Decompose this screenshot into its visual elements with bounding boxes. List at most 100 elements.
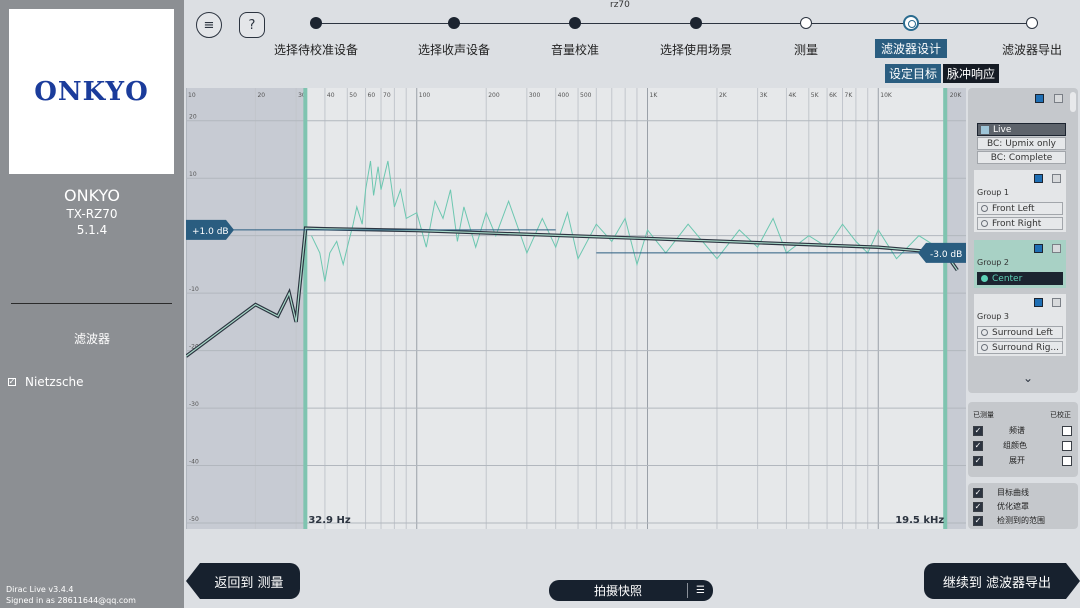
step-label-1[interactable]: 选择待校准设备 bbox=[274, 41, 358, 58]
step-label-6[interactable]: 滤波器设计 bbox=[874, 39, 948, 58]
low-cutoff-handle bbox=[303, 88, 308, 529]
step-dot-3[interactable] bbox=[569, 17, 581, 29]
select-all-icon[interactable] bbox=[1035, 94, 1044, 103]
x-tick-label: 50 bbox=[349, 92, 357, 99]
step-label-4[interactable]: 选择使用场景 bbox=[660, 41, 732, 58]
step-dot-1[interactable] bbox=[310, 17, 322, 29]
high-cutoff-handle bbox=[943, 88, 948, 529]
corrected-checkbox[interactable] bbox=[1062, 441, 1072, 451]
x-tick-label: 500 bbox=[580, 92, 592, 99]
frequency-chart[interactable]: 20100-10-20-30-40-5010203040506070100200… bbox=[186, 88, 966, 529]
menu-button[interactable]: ≡ bbox=[196, 12, 222, 38]
help-button[interactable]: ? bbox=[239, 12, 265, 38]
scenario-item[interactable]: Live bbox=[977, 123, 1066, 136]
snapshot-button[interactable]: 拍摄快照 ☰ bbox=[549, 580, 713, 601]
channel-label: Front Left bbox=[992, 203, 1035, 214]
row-label: 频谱 bbox=[1009, 426, 1025, 435]
step-dot-2[interactable] bbox=[448, 17, 460, 29]
back-label: 返回到 测量 bbox=[214, 575, 284, 591]
group-select-icon[interactable] bbox=[1034, 174, 1043, 183]
corrected-checkbox[interactable] bbox=[1062, 456, 1072, 466]
group-card[interactable]: Group 3 Surround Left Surround Rig... bbox=[974, 294, 1066, 356]
checkbox-icon[interactable]: ✓ bbox=[973, 455, 983, 466]
x-tick-label: 400 bbox=[558, 92, 570, 99]
measured-row[interactable]: ✓ 组颜色 bbox=[973, 440, 1027, 451]
logo-text: ONKYO bbox=[34, 76, 149, 107]
y-tick-label: 10 bbox=[189, 171, 197, 178]
x-tick-label: 3K bbox=[760, 92, 769, 99]
y-tick-label: -40 bbox=[189, 459, 199, 466]
device-brand: ONKYO bbox=[64, 186, 120, 205]
tab-set-target[interactable]: 设定目标 bbox=[885, 64, 942, 83]
x-tick-label: 300 bbox=[529, 92, 541, 99]
checkbox-icon[interactable]: ✓ bbox=[973, 515, 983, 526]
device-model: TX-RZ70 bbox=[66, 207, 118, 221]
list-icon[interactable]: ☰ bbox=[688, 585, 713, 596]
x-tick-label: 1K bbox=[650, 92, 659, 99]
channel-item[interactable]: Front Right bbox=[977, 217, 1063, 230]
group-link-icon[interactable] bbox=[1052, 174, 1061, 183]
checkbox-icon[interactable]: ✓ bbox=[973, 440, 983, 451]
step-dot-5[interactable] bbox=[800, 17, 812, 29]
app-version: Dirac Live v3.4.4 bbox=[6, 585, 74, 594]
filter-label: Nietzsche bbox=[25, 375, 84, 389]
chevron-down-icon[interactable]: ⌄ bbox=[1023, 371, 1033, 385]
excluded-low-region bbox=[186, 88, 306, 529]
excluded-high-region bbox=[945, 88, 966, 529]
channel-item[interactable]: Surround Left bbox=[977, 326, 1063, 339]
checkbox-icon[interactable]: ✓ bbox=[8, 378, 16, 386]
x-tick-label: 7K bbox=[845, 92, 854, 99]
scenario-item[interactable]: BC: Upmix only bbox=[977, 137, 1066, 150]
channel-item[interactable]: Center bbox=[977, 272, 1063, 285]
group-select-icon[interactable] bbox=[1034, 298, 1043, 307]
measured-row[interactable]: ✓ 频谱 bbox=[973, 425, 1025, 436]
sidebar: ONKYO ONKYO TX-RZ70 5.1.4 滤波器 ✓ Nietzsch… bbox=[0, 0, 184, 608]
sidebar-divider bbox=[11, 303, 172, 304]
option-row[interactable]: ✓ 检测到的范围 bbox=[973, 515, 1045, 526]
filter-item[interactable]: ✓ Nietzsche bbox=[8, 375, 84, 389]
x-tick-label: 20K bbox=[950, 92, 963, 99]
device-config: 5.1.4 bbox=[76, 223, 108, 237]
x-tick-label: 5K bbox=[811, 92, 820, 99]
step-label-2[interactable]: 选择收声设备 bbox=[418, 41, 490, 58]
channel-dot-icon bbox=[981, 344, 988, 351]
x-tick-label: 10K bbox=[880, 92, 893, 99]
checkbox-icon[interactable]: ✓ bbox=[973, 487, 983, 498]
next-button[interactable]: 继续到 滤波器导出 bbox=[924, 563, 1080, 599]
group-select-icon[interactable] bbox=[1034, 244, 1043, 253]
row-label: 展开 bbox=[1009, 456, 1025, 465]
option-row[interactable]: ✓ 目标曲线 bbox=[973, 487, 1029, 498]
chart-svg[interactable]: 20100-10-20-30-40-5010203040506070100200… bbox=[186, 88, 966, 529]
channel-item[interactable]: Surround Rig... bbox=[977, 341, 1063, 354]
step-label-5[interactable]: 测量 bbox=[794, 41, 818, 58]
link-icon[interactable] bbox=[1054, 94, 1063, 103]
corrected-checkbox[interactable] bbox=[1062, 426, 1072, 436]
option-label: 检测到的范围 bbox=[997, 516, 1045, 525]
panel-scrollbar[interactable] bbox=[1070, 92, 1076, 112]
group-card[interactable]: Group 1 Front Left Front Right bbox=[974, 170, 1066, 232]
group-link-icon[interactable] bbox=[1052, 298, 1061, 307]
step-dot-6[interactable] bbox=[903, 15, 919, 31]
step-dot-7[interactable] bbox=[1026, 17, 1038, 29]
channel-label: Center bbox=[992, 273, 1023, 284]
x-tick-label: 4K bbox=[788, 92, 797, 99]
scenario-label: BC: Complete bbox=[990, 152, 1053, 163]
channel-label: Front Right bbox=[992, 218, 1042, 229]
group-card[interactable]: Group 2 Center bbox=[974, 240, 1066, 288]
checkbox-icon[interactable]: ✓ bbox=[973, 425, 983, 436]
step-label-7[interactable]: 滤波器导出 bbox=[1002, 41, 1062, 58]
tab-impulse-response[interactable]: 脉冲响应 bbox=[943, 64, 1000, 83]
measured-row[interactable]: ✓ 展开 bbox=[973, 455, 1025, 466]
scenario-item[interactable]: BC: Complete bbox=[977, 151, 1066, 164]
step-dot-4[interactable] bbox=[690, 17, 702, 29]
step-label-3[interactable]: 音量校准 bbox=[551, 41, 599, 58]
group-title: Group 2 bbox=[977, 258, 1009, 267]
back-button[interactable]: 返回到 测量 bbox=[186, 563, 300, 599]
checkbox-icon[interactable]: ✓ bbox=[973, 501, 983, 512]
channel-item[interactable]: Front Left bbox=[977, 202, 1063, 215]
group-link-icon[interactable] bbox=[1052, 244, 1061, 253]
row-label: 组颜色 bbox=[1003, 441, 1027, 450]
signed-in-text: Signed in as 28611644@qq.com bbox=[6, 596, 136, 605]
option-row[interactable]: ✓ 优化遮罩 bbox=[973, 501, 1029, 512]
x-tick-label: 2K bbox=[719, 92, 728, 99]
